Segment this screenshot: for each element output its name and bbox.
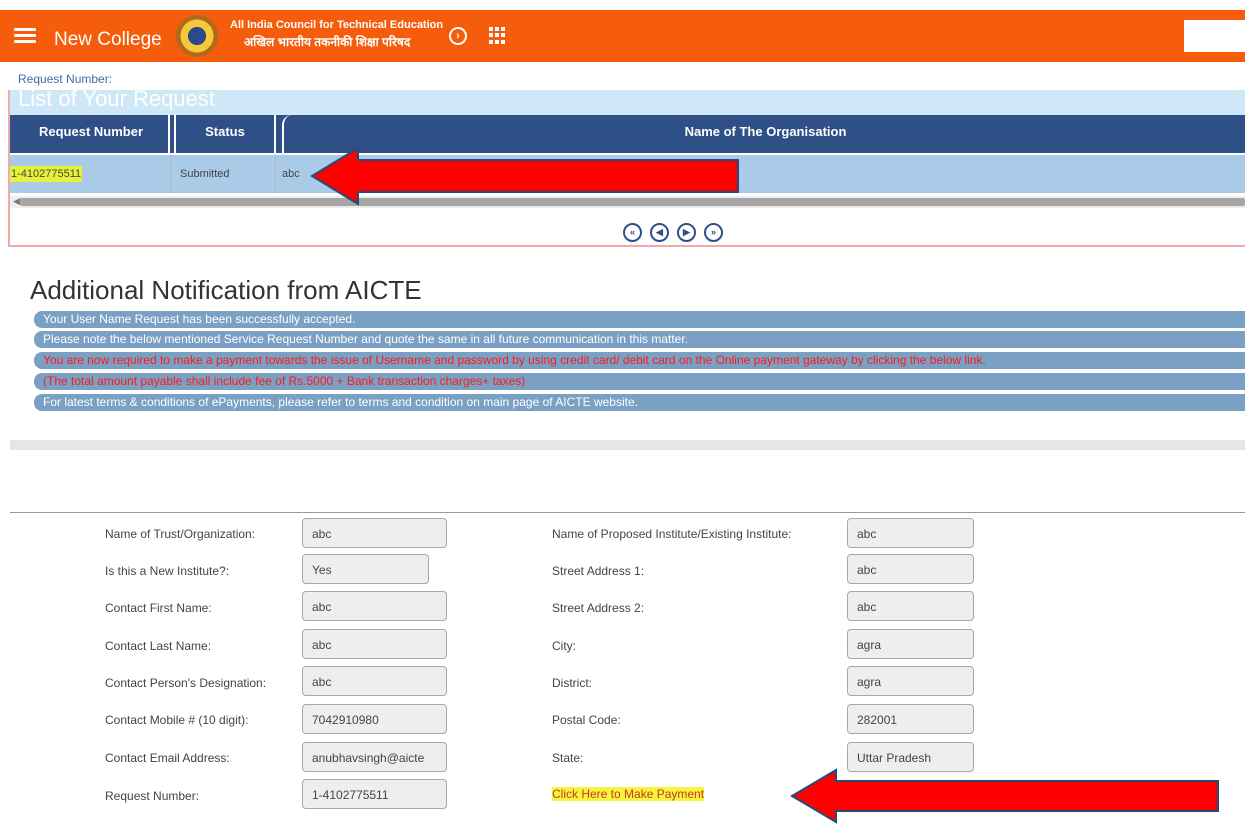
last-name-field[interactable]: abc <box>302 629 447 659</box>
section-divider <box>10 440 1245 450</box>
column-header-status[interactable]: Status <box>174 115 276 153</box>
make-payment-link[interactable]: Click Here to Make Payment <box>552 787 705 801</box>
first-page-icon[interactable]: « <box>623 223 642 242</box>
request-number-field[interactable]: 1-4102775511 <box>302 779 447 809</box>
label-postal-code: Postal Code: <box>552 713 621 727</box>
street-1-field[interactable]: abc <box>847 554 974 584</box>
next-page-icon[interactable]: ▶ <box>677 223 696 242</box>
notification-line: You are now required to make a payment t… <box>34 352 1245 369</box>
label-new-institute: Is this a New Institute?: <box>105 564 230 578</box>
city-field[interactable]: agra <box>847 629 974 659</box>
label-institute-name: Name of Proposed Institute/Existing Inst… <box>552 527 792 541</box>
label-first-name: Contact First Name: <box>105 601 212 615</box>
designation-field[interactable]: abc <box>302 666 447 696</box>
request-list-title: List of Your Request <box>18 86 215 111</box>
notification-line: Please note the below mentioned Service … <box>34 331 1245 348</box>
red-arrow-icon <box>310 146 739 206</box>
label-street-1: Street Address 1: <box>552 564 645 578</box>
aicte-logo <box>176 15 218 57</box>
header-search-input[interactable] <box>1184 20 1245 52</box>
label-trust-name: Name of Trust/Organization: <box>105 527 256 541</box>
label-state: State: <box>552 751 584 765</box>
last-page-icon[interactable]: » <box>704 223 723 242</box>
request-number-value: 1-4102775511 <box>10 166 83 182</box>
app-title[interactable]: New College <box>54 29 162 51</box>
notification-title: Additional Notification from AICTE <box>30 275 422 305</box>
notification-line: Your User Name Request has been successf… <box>34 311 1245 328</box>
request-number-label: Request Number: <box>18 72 113 86</box>
notification-line: For latest terms & conditions of ePaymen… <box>34 394 1245 411</box>
label-request-number: Request Number: <box>105 789 200 803</box>
org-name-hindi: अखिल भारतीय तकनीकी शिक्षा परिषद <box>244 35 411 49</box>
email-field[interactable]: anubhavsingh@aicte <box>302 742 447 772</box>
label-mobile: Contact Mobile # (10 digit): <box>105 713 249 727</box>
notification-line: (The total amount payable shall include … <box>34 373 1245 390</box>
mobile-field[interactable]: 7042910980 <box>302 704 447 734</box>
postal-code-field[interactable]: 282001 <box>847 704 974 734</box>
column-header-request-number[interactable]: Request Number <box>14 115 170 153</box>
red-arrow-icon <box>790 768 1219 824</box>
street-2-field[interactable]: abc <box>847 591 974 621</box>
menu-icon[interactable] <box>14 28 36 44</box>
apps-grid-icon[interactable] <box>489 27 506 44</box>
first-name-field[interactable]: abc <box>302 591 447 621</box>
form-top-border <box>10 512 1245 513</box>
chevron-right-circle-icon[interactable]: › <box>449 27 467 45</box>
label-designation: Contact Person's Designation: <box>105 676 267 690</box>
label-email: Contact Email Address: <box>105 751 230 765</box>
cell-request-number[interactable]: 1-4102775511 <box>10 155 171 193</box>
org-name-english: All India Council for Technical Educatio… <box>230 19 444 31</box>
district-field[interactable]: agra <box>847 666 974 696</box>
institute-name-field[interactable]: abc <box>847 518 974 548</box>
label-street-2: Street Address 2: <box>552 601 645 615</box>
label-last-name: Contact Last Name: <box>105 639 212 653</box>
prev-page-icon[interactable]: ◀ <box>650 223 669 242</box>
trust-name-field[interactable]: abc <box>302 518 447 548</box>
cell-status: Submitted <box>172 155 276 193</box>
label-city: City: <box>552 639 576 653</box>
new-institute-field[interactable]: Yes <box>302 554 429 584</box>
label-district: District: <box>552 676 592 690</box>
scroll-left-icon[interactable]: ◀ <box>13 196 20 207</box>
